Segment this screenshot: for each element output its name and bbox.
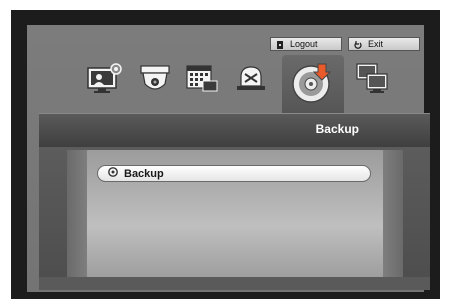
content-side-right: [383, 150, 403, 277]
logout-icon: [276, 40, 284, 49]
exit-button[interactable]: Exit: [348, 37, 420, 51]
page-title: Backup: [315, 122, 359, 136]
content-side-left: [67, 150, 87, 277]
record-schedule-icon[interactable]: [184, 60, 220, 96]
exit-label: Exit: [368, 39, 384, 49]
title-bar: Backup: [39, 113, 430, 147]
camera-dome-icon[interactable]: [137, 60, 173, 96]
bottom-bar: [39, 277, 430, 290]
logout-label: Logout: [290, 39, 318, 49]
menu-item-backup[interactable]: Backup: [97, 165, 371, 182]
monitor-settings-icon[interactable]: [86, 60, 122, 96]
network-icon[interactable]: [355, 60, 391, 96]
backup-icon[interactable]: [290, 60, 336, 106]
exit-icon: [354, 40, 362, 49]
alarm-icon[interactable]: [233, 60, 269, 96]
menu-item-label: Backup: [124, 167, 164, 180]
backup-small-icon: [108, 167, 118, 180]
logout-button[interactable]: Logout: [270, 37, 342, 51]
